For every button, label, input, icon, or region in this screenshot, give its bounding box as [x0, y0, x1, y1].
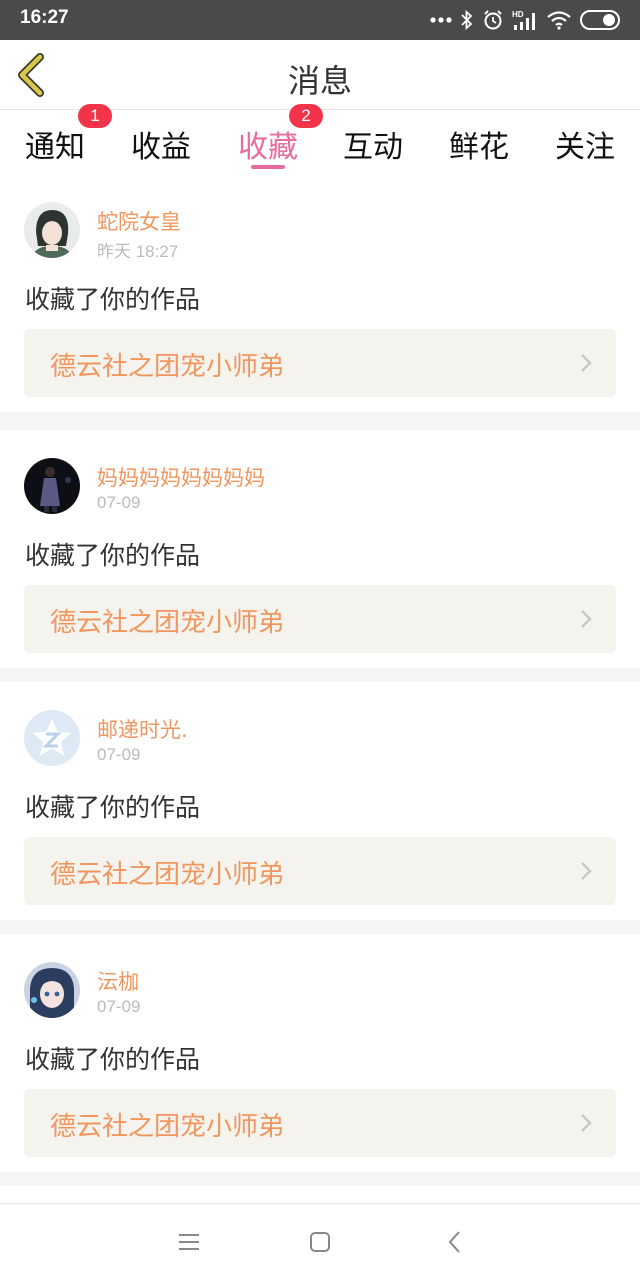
message-card: 沄枷 07-09 收藏了你的作品 德云社之团宠小师弟 — [0, 934, 640, 1172]
message-card: 妈妈妈妈妈妈妈妈 07-09 收藏了你的作品 德云社之团宠小师弟 — [0, 430, 640, 668]
chevron-right-icon — [581, 1114, 592, 1132]
tab-flowers[interactable]: 鲜花 — [424, 110, 534, 174]
tab-label: 互动 — [343, 130, 403, 165]
avatar[interactable] — [24, 458, 80, 514]
tab-label: 收藏 — [238, 130, 298, 165]
message-card-partial — [0, 1186, 640, 1203]
message-time: 07-09 — [97, 493, 141, 512]
hd-signal-icon: HD — [512, 9, 538, 31]
tab-notification[interactable]: 通知 1 — [0, 104, 112, 174]
tab-follow[interactable]: 关注 — [530, 110, 640, 174]
menu-button[interactable] — [176, 1229, 202, 1255]
tab-income[interactable]: 收益 — [106, 110, 216, 174]
back-nav-button[interactable] — [442, 1229, 468, 1255]
chevron-right-icon — [581, 862, 592, 880]
svg-text:HD: HD — [512, 10, 524, 19]
user-name[interactable]: 沄枷 — [97, 966, 139, 996]
work-link[interactable]: 德云社之团宠小师弟 — [24, 585, 616, 653]
page-title: 消息 — [287, 62, 352, 100]
tab-label: 收益 — [131, 130, 191, 165]
status-time: 16:27 — [20, 7, 69, 28]
tab-bar: 通知 1 收益 收藏 2 互动 鲜花 关注 — [0, 104, 640, 174]
user-name[interactable]: 妈妈妈妈妈妈妈妈 — [97, 462, 265, 492]
alarm-icon — [482, 9, 504, 31]
action-text: 收藏了你的作品 — [25, 541, 201, 570]
user-name[interactable]: 邮递时光. — [97, 714, 188, 744]
home-square-icon — [310, 1232, 330, 1252]
avatar[interactable] — [24, 202, 80, 258]
tab-label: 鲜花 — [449, 130, 509, 165]
tab-label: 关注 — [555, 130, 615, 165]
message-time: 07-09 — [97, 745, 141, 764]
status-bar: 16:27 HD — [0, 0, 640, 40]
bluetooth-icon — [460, 10, 474, 30]
menu-icon — [179, 1234, 199, 1250]
message-time: 07-09 — [97, 997, 141, 1016]
work-link[interactable]: 德云社之团宠小师弟 — [24, 837, 616, 905]
work-link[interactable]: 德云社之团宠小师弟 — [24, 329, 616, 397]
home-button[interactable] — [307, 1229, 333, 1255]
work-link[interactable]: 德云社之团宠小师弟 — [24, 1089, 616, 1157]
message-card: 蛇院女皇 昨天 18:27 收藏了你的作品 德云社之团宠小师弟 — [0, 174, 640, 412]
work-title: 德云社之团宠小师弟 — [50, 1112, 285, 1142]
user-name[interactable]: 蛇院女皇 — [97, 206, 181, 236]
system-nav-bar — [0, 1203, 640, 1280]
chevron-right-icon — [581, 354, 592, 372]
avatar[interactable] — [24, 710, 80, 766]
tab-favorites[interactable]: 收藏 2 — [213, 104, 323, 174]
status-icons: HD — [430, 8, 620, 32]
avatar[interactable] — [24, 962, 80, 1018]
header: 消息 — [0, 40, 640, 110]
battery-icon — [580, 10, 620, 30]
active-tab-indicator — [251, 165, 285, 169]
work-title: 德云社之团宠小师弟 — [50, 860, 285, 890]
work-title: 德云社之团宠小师弟 — [50, 352, 285, 382]
work-title: 德云社之团宠小师弟 — [50, 608, 285, 638]
tab-interaction[interactable]: 互动 — [318, 110, 428, 174]
more-dots-icon — [430, 17, 452, 23]
action-text: 收藏了你的作品 — [25, 285, 201, 314]
back-triangle-icon — [448, 1231, 460, 1253]
wifi-icon — [546, 10, 572, 30]
chevron-right-icon — [581, 610, 592, 628]
action-text: 收藏了你的作品 — [25, 1045, 201, 1074]
action-text: 收藏了你的作品 — [25, 793, 201, 822]
message-card: 邮递时光. 07-09 收藏了你的作品 德云社之团宠小师弟 — [0, 682, 640, 920]
message-time: 昨天 18:27 — [97, 242, 179, 261]
tab-label: 通知 — [25, 130, 85, 165]
